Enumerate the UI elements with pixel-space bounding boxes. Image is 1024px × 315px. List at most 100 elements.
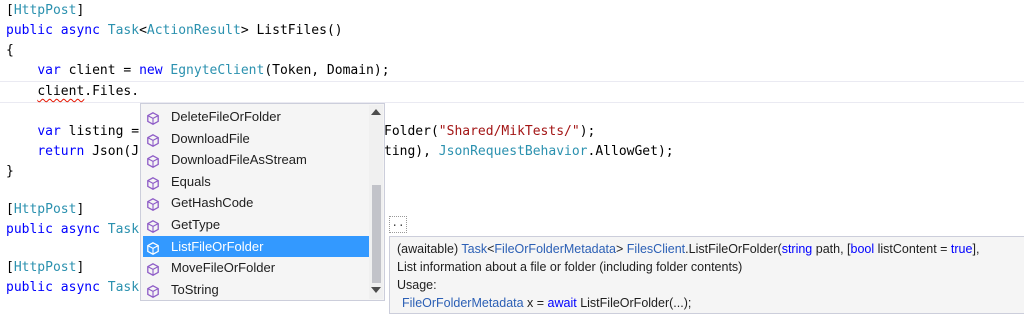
completion-item[interactable]: DownloadFileAsStream xyxy=(143,149,371,170)
attribute-name: HttpPost xyxy=(13,3,77,18)
completion-scrollbar[interactable] xyxy=(369,105,383,299)
keyword-public: public xyxy=(6,222,53,237)
completion-item-label: Equals xyxy=(171,173,211,189)
scrollbar-thumb[interactable] xyxy=(372,185,381,283)
string-literal: "Shared/MikTests/" xyxy=(438,124,580,139)
completion-item[interactable]: Equals xyxy=(143,171,371,192)
keyword-var: var xyxy=(37,124,61,139)
completion-item-label: DeleteFileOrFolder xyxy=(171,109,281,124)
json-call: Json( xyxy=(92,144,132,159)
type-egnyteclient: EgnyteClient xyxy=(170,63,265,78)
keyword-return: return xyxy=(37,144,85,159)
usage-call: ListFileOrFolder(...); xyxy=(576,296,692,310)
keyword-string: string xyxy=(781,242,813,256)
code-line-8: return Json(J xyxy=(37,144,140,159)
type-fileorfoldermetadata: FileOrFolderMetadata xyxy=(402,296,524,310)
keyword-var: var xyxy=(37,63,61,78)
keyword-bool: bool xyxy=(850,242,875,256)
completion-item-label: ListFileOrFolder xyxy=(171,238,264,254)
identifier-client: client xyxy=(68,63,116,78)
code-line-2: public async Task<ActionResult> ListFile… xyxy=(6,23,343,38)
code-line-11: [HttpPost] xyxy=(6,202,85,217)
completion-item[interactable]: ToString xyxy=(143,279,371,300)
completion-item-label: GetType xyxy=(171,217,221,232)
current-line-highlight xyxy=(0,81,1024,103)
completion-item[interactable]: DeleteFileOrFolder xyxy=(143,106,371,127)
identifier-listing: listing = xyxy=(68,124,140,139)
code-line-12: public async Task xyxy=(6,220,139,240)
tooltip-signature: (awaitable) Task<FileOrFolderMetadata> F… xyxy=(397,240,979,258)
attribute-name: HttpPost xyxy=(13,260,77,275)
type-fileorfoldermetadata: FileOrFolderMetadata xyxy=(494,242,616,256)
code-line-7: var listing = xyxy=(6,122,139,142)
quickinfo-tooltip: (awaitable) Task<FileOrFolderMetadata> F… xyxy=(389,236,1024,314)
code-line-7-right: Folder("Shared/MikTests/"); xyxy=(384,122,595,142)
type-filesclient: FilesClient xyxy=(626,242,686,256)
type-task: Task xyxy=(461,242,488,256)
attribute-name: HttpPost xyxy=(13,202,77,217)
signature-end: ], xyxy=(972,242,980,256)
method-icon xyxy=(147,196,159,212)
completion-item-label: DownloadFile xyxy=(171,130,250,146)
type-jsonrequestbehavior: JsonRequestBehavior xyxy=(438,144,588,159)
code-line-15: public async Task xyxy=(6,278,139,298)
call-end: ); xyxy=(579,124,596,139)
completion-item-label: GetHashCode xyxy=(171,195,254,211)
completion-item[interactable]: DownloadFile xyxy=(143,128,371,149)
type-task: Task xyxy=(107,222,140,237)
code-line-3: { xyxy=(6,43,14,58)
completion-item-label: DownloadFileAsStream xyxy=(171,152,307,168)
completion-item-label: ToString xyxy=(171,281,219,297)
call-tail: Folder( xyxy=(384,124,439,139)
method-name: ListFiles xyxy=(256,23,327,38)
code-line-4: var client = new EgnyteClient(Token, Dom… xyxy=(37,63,390,78)
completion-item[interactable]: ListFileOrFolder xyxy=(143,235,371,257)
tooltip-usage-example: FileOrFolderMetadata x = await ListFileO… xyxy=(402,294,691,312)
method-signature: .ListFileOrFolder( xyxy=(685,242,782,256)
scroll-up-arrow-icon[interactable] xyxy=(371,109,381,115)
code-line-14: [HttpPost] xyxy=(6,260,85,275)
parameter-hint-marker: .. xyxy=(389,216,407,233)
method-icon xyxy=(147,218,159,233)
completion-item[interactable]: MoveFileOrFolder xyxy=(143,257,371,278)
usage-assign: x = xyxy=(523,296,548,310)
call-args: ting), xyxy=(384,144,439,159)
keyword-async: async xyxy=(60,280,100,295)
method-icon xyxy=(147,240,159,255)
method-icon xyxy=(147,153,159,169)
type-actionresult: ActionResult xyxy=(146,23,241,38)
type-task: Task xyxy=(107,23,140,38)
tooltip-description: List information about a file or folder … xyxy=(397,260,743,274)
method-icon xyxy=(147,283,159,298)
tooltip-usage-label: Usage: xyxy=(397,278,437,292)
completion-item[interactable]: GetHashCode xyxy=(143,192,371,213)
closing-brace: } xyxy=(6,164,14,179)
param-path: path, [ xyxy=(812,242,851,256)
keyword-public: public xyxy=(6,280,53,295)
code-line-5: client.Files. xyxy=(6,82,139,102)
keyword-public: public xyxy=(6,23,53,38)
method-icon xyxy=(147,110,159,125)
enum-member: .AllowGet); xyxy=(587,144,674,159)
keyword-async: async xyxy=(60,23,100,38)
member-access: .Files. xyxy=(84,84,140,99)
keyword-async: async xyxy=(60,222,100,237)
constructor-args: (Token, Domain); xyxy=(264,63,390,78)
keyword-true: true xyxy=(950,242,973,256)
keyword-new: new xyxy=(139,63,163,78)
code-line-8-right: ting), JsonRequestBehavior.AllowGet); xyxy=(384,142,674,162)
awaitable-label: (awaitable) xyxy=(397,242,459,256)
method-icon xyxy=(147,175,159,190)
type-task: Task xyxy=(107,280,140,295)
completion-item[interactable]: GetType xyxy=(143,214,371,235)
code-line-9: } xyxy=(6,162,14,182)
code-line-1: [HttpPost] xyxy=(6,3,85,18)
method-icon xyxy=(147,132,159,147)
param-listcontent: listContent = xyxy=(874,242,951,256)
method-icon xyxy=(147,261,159,277)
completion-item-label: MoveFileOrFolder xyxy=(171,260,276,276)
intellisense-completion-list[interactable]: DeleteFileOrFolder DownloadFile DownloadFi… xyxy=(140,103,385,301)
keyword-await: await xyxy=(547,296,577,310)
angle-close: > xyxy=(615,242,624,256)
scroll-down-arrow-icon[interactable] xyxy=(371,287,381,293)
